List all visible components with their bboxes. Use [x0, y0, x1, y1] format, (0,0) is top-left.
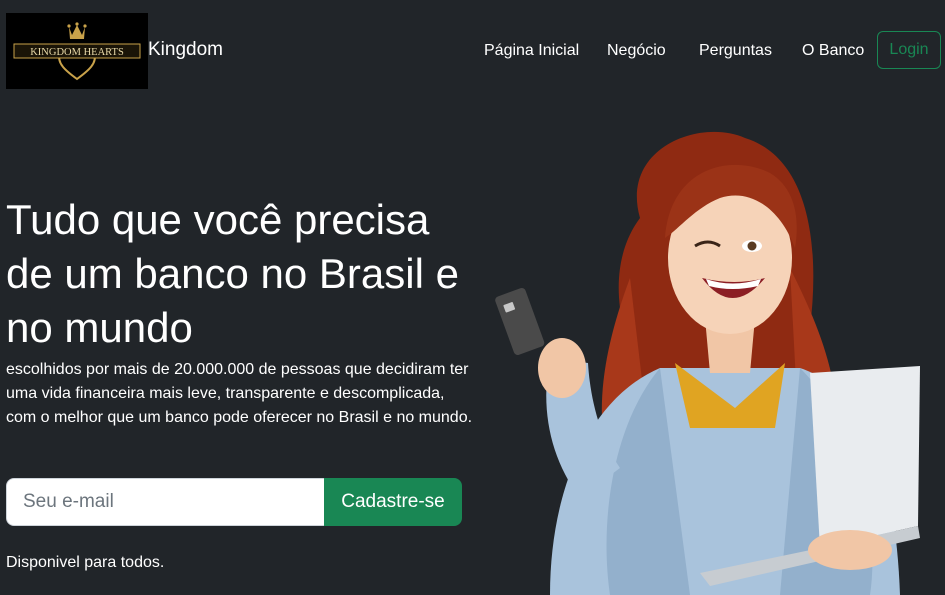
woman-with-card-and-laptop-icon [495, 131, 920, 595]
kingdom-hearts-logo-icon: KINGDOM HEARTS [6, 13, 148, 89]
login-button[interactable]: Login [877, 31, 941, 69]
email-input[interactable] [6, 478, 326, 526]
signup-form: Cadastre-se [6, 478, 462, 526]
hero-title: Tudo que você precisa de um banco no Bra… [6, 196, 459, 351]
brand-logo[interactable]: KINGDOM HEARTS [6, 13, 148, 89]
availability-text: Disponivel para todos. [6, 554, 165, 571]
nav-link-home[interactable]: Página Inicial [484, 40, 579, 62]
nav-link-bank[interactable]: O Banco [802, 40, 864, 62]
navbar: KINGDOM HEARTS Kingdom Página Inicial Ne… [0, 0, 945, 100]
signup-button[interactable]: Cadastre-se [324, 478, 462, 526]
hero-lead: escolhidos por mais de 20.000.000 de pes… [6, 361, 473, 426]
hero-photo [490, 128, 945, 595]
brand-name[interactable]: Kingdom [148, 38, 223, 62]
logo-text: KINGDOM HEARTS [30, 47, 124, 58]
nav-link-faq[interactable]: Perguntas [699, 40, 772, 62]
nav-link-business[interactable]: Negócio [607, 40, 666, 62]
